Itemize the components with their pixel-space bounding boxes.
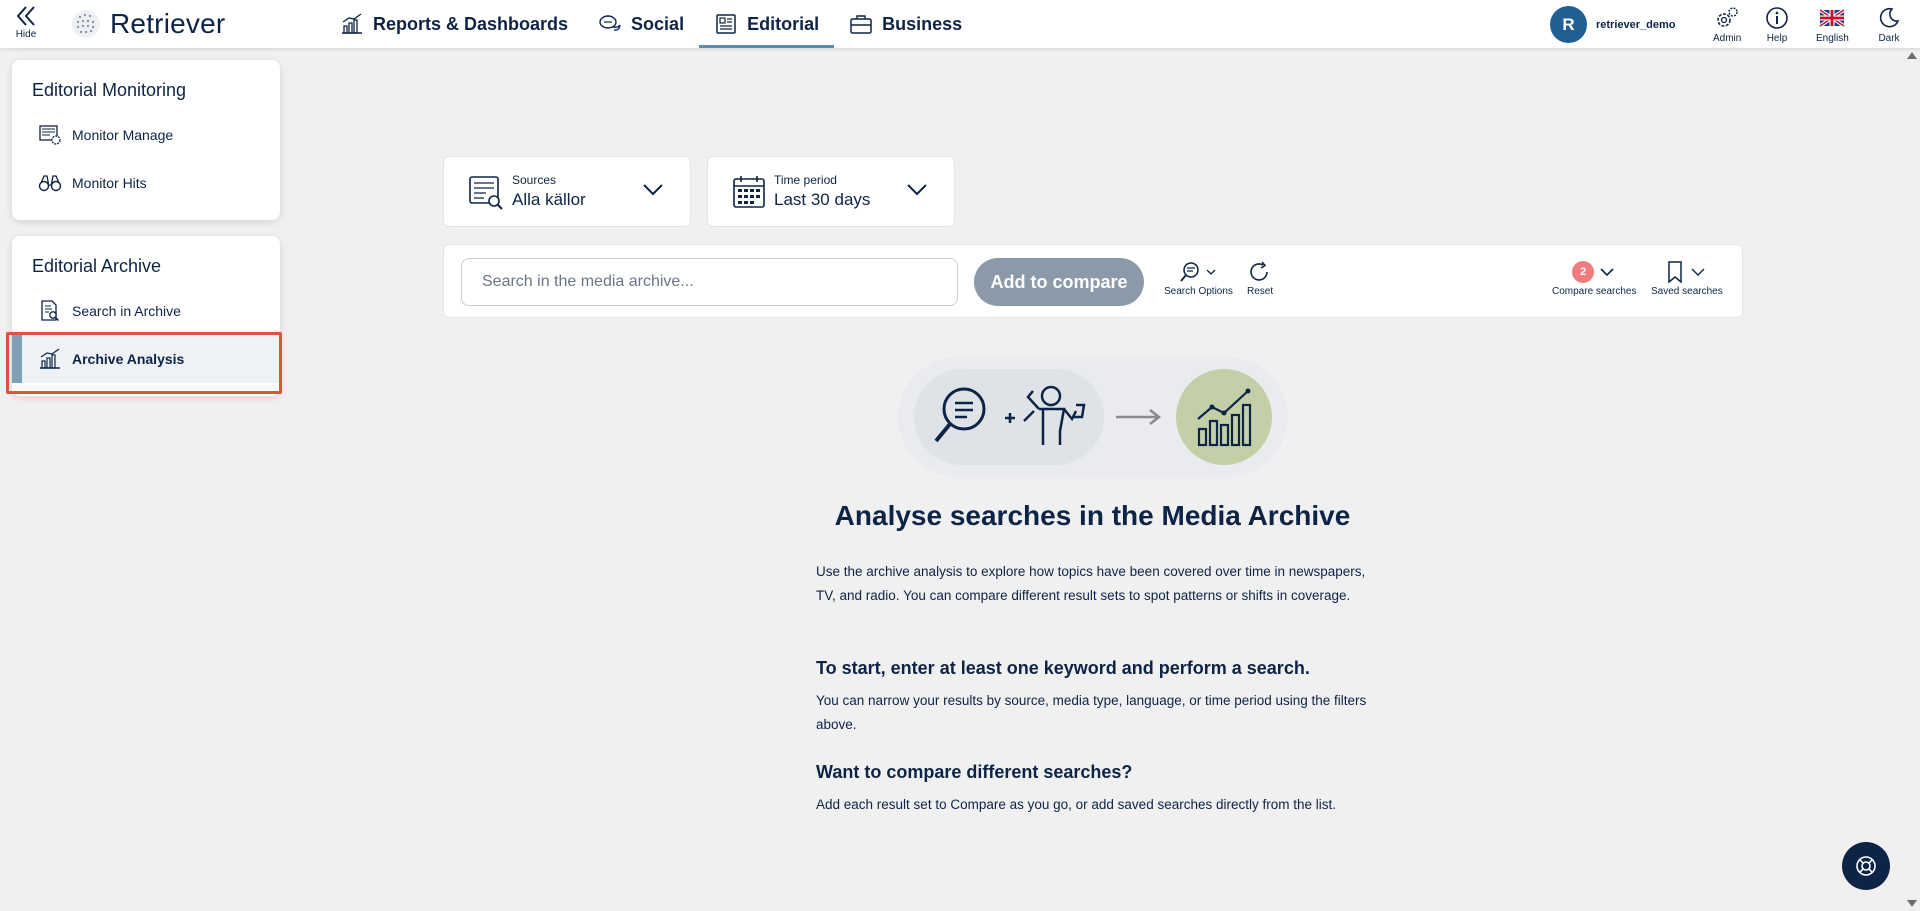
compare-count-badge: 2 — [1572, 261, 1595, 283]
compare-paragraph: Add each result set to Compare as you go… — [816, 797, 1337, 812]
document-search-icon — [41, 300, 60, 322]
bookmark-icon — [1668, 261, 1682, 283]
sources-value: Alla källor — [512, 190, 586, 209]
sidebar-item-label: Search in Archive — [72, 303, 181, 319]
sidebar-item-label: Monitor Hits — [72, 175, 147, 191]
sidebar-item-monitor-manage[interactable]: Monitor Manage — [12, 111, 280, 159]
dark-mode-button[interactable]: Dark — [1877, 6, 1901, 44]
floating-help-button[interactable] — [1842, 842, 1890, 890]
help-label: Help — [1766, 33, 1788, 44]
start-heading: To start, enter at least one keyword and… — [816, 658, 1310, 678]
sources-label: Sources — [512, 173, 557, 187]
moon-icon — [1879, 7, 1900, 28]
help-button[interactable]: Help — [1765, 6, 1789, 44]
language-button[interactable]: English — [1816, 6, 1849, 44]
dotted-globe-icon — [72, 10, 100, 38]
top-bar: Hide Retriever Reports & Dashboards Soci… — [0, 0, 1920, 48]
reset-button[interactable]: Reset — [1247, 261, 1273, 297]
time-period-label: Time period — [774, 173, 837, 187]
refresh-icon — [1250, 261, 1268, 281]
chevron-down-icon — [1600, 268, 1614, 277]
chevron-down-icon — [1691, 268, 1705, 276]
analysis-illustration — [898, 357, 1288, 477]
sidebar-item-label: Archive Analysis — [72, 351, 185, 367]
nav-business[interactable]: Business — [834, 0, 977, 48]
editorial-monitoring-panel: Editorial Monitoring Monitor Manage Moni… — [12, 60, 280, 220]
illustration-right-circle — [1176, 369, 1272, 465]
time-period-value: Last 30 days — [774, 190, 871, 209]
sidebar-item-monitor-hits[interactable]: Monitor Hits — [12, 159, 280, 207]
gear-icon — [1717, 7, 1738, 27]
retriever-logo[interactable]: Retriever — [70, 8, 225, 40]
search-options-button[interactable]: Search Options — [1164, 261, 1233, 297]
scroll-down-arrow[interactable] — [1907, 900, 1917, 907]
sidebar-item-label: Monitor Manage — [72, 127, 174, 143]
compare-searches-button[interactable]: 2 Compare searches — [1552, 261, 1636, 297]
compare-heading: Want to compare different searches? — [816, 762, 1133, 782]
monitor-settings-icon — [39, 125, 61, 145]
dark-label: Dark — [1878, 33, 1900, 44]
illustration-left-pill — [914, 369, 1104, 465]
sources-list-icon — [469, 175, 503, 210]
newspaper-icon — [716, 14, 736, 34]
compare-searches-label: Compare searches — [1552, 286, 1637, 297]
start-paragraph: You can narrow your results by source, m… — [816, 693, 1367, 732]
search-plus-person-icon — [934, 385, 1086, 445]
saved-searches-label: Saved searches — [1651, 286, 1723, 297]
avatar: R — [1550, 6, 1587, 43]
page-title: Analyse searches in the Media Archive — [834, 500, 1351, 531]
double-chevron-left-icon — [16, 6, 35, 26]
chart-bars-icon — [40, 348, 60, 369]
sidebar-item-search-in-archive[interactable]: Search in Archive — [12, 287, 280, 335]
editorial-archive-panel: Editorial Archive Search in Archive Arch… — [12, 236, 280, 396]
info-icon — [1766, 7, 1788, 29]
admin-label: Admin — [1713, 33, 1742, 44]
admin-button[interactable]: Admin — [1713, 6, 1741, 44]
search-bar: Add to compare Search Options Reset 2 Co… — [443, 244, 1743, 318]
saved-searches-button[interactable]: Saved searches — [1651, 261, 1723, 297]
add-to-compare-button[interactable]: Add to compare — [974, 258, 1144, 306]
calendar-icon — [733, 175, 765, 208]
growth-chart-icon — [1197, 388, 1252, 447]
chevron-down-icon — [643, 184, 663, 196]
nav-label: Social — [631, 13, 685, 34]
sidebar-item-archive-analysis[interactable]: Archive Analysis — [12, 335, 280, 383]
uk-flag-icon — [1819, 8, 1846, 28]
nav-reports-dashboards[interactable]: Reports & Dashboards — [325, 0, 583, 48]
chevron-down-icon — [907, 184, 927, 196]
panel-title: Editorial Monitoring — [32, 80, 187, 100]
hide-label: Hide — [15, 29, 37, 40]
hide-sidebar-button[interactable]: Hide — [12, 4, 40, 44]
lifebuoy-icon — [1856, 856, 1876, 876]
search-input[interactable] — [461, 258, 958, 306]
search-options-label: Search Options — [1164, 286, 1233, 297]
chart-bars-icon — [342, 13, 362, 34]
nav-label: Editorial — [747, 13, 820, 34]
username: retriever_demo — [1596, 18, 1676, 31]
chat-bubbles-icon — [599, 15, 621, 31]
sources-filter[interactable]: Sources Alla källor — [443, 156, 691, 227]
time-period-filter[interactable]: Time period Last 30 days — [707, 156, 955, 227]
nav-label: Reports & Dashboards — [373, 13, 569, 34]
nav-social[interactable]: Social — [583, 0, 699, 48]
main-nav: Reports & Dashboards Social Editorial Bu… — [325, 0, 977, 48]
arrow-right-icon — [1116, 409, 1162, 425]
nav-editorial[interactable]: Editorial — [699, 0, 835, 48]
panel-title: Editorial Archive — [32, 256, 162, 276]
language-label: English — [1816, 33, 1849, 44]
binoculars-icon — [38, 175, 62, 192]
user-menu[interactable]: R retriever_demo — [1550, 6, 1676, 43]
brand-name: Retriever — [110, 8, 226, 39]
search-options-icon — [1180, 262, 1216, 282]
reset-label: Reset — [1247, 286, 1274, 297]
nav-label: Business — [882, 13, 963, 34]
briefcase-icon — [850, 15, 872, 34]
intro-paragraph: Use the archive analysis to explore how … — [816, 564, 1366, 603]
scroll-up-arrow[interactable] — [1907, 52, 1917, 59]
